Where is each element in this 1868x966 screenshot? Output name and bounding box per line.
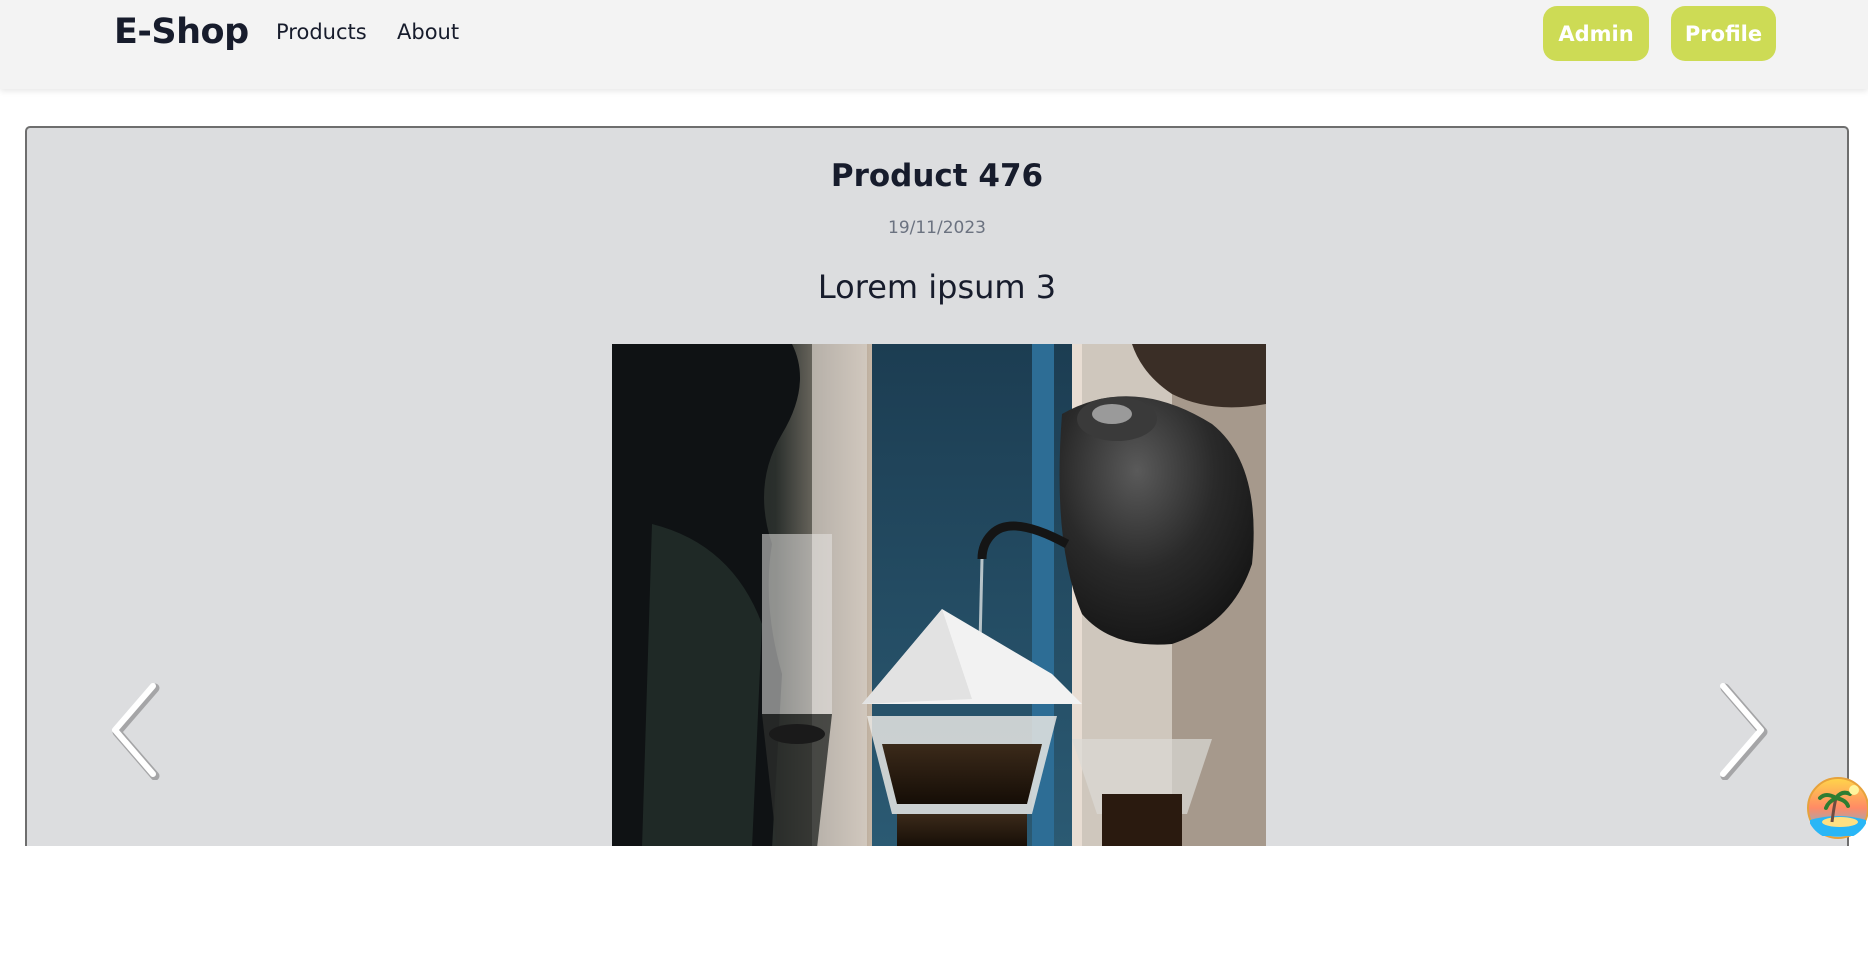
island-palm-icon — [1807, 777, 1868, 839]
product-title: Product 476 — [830, 158, 1044, 194]
coffee-pour-over-photo — [612, 344, 1266, 846]
nav-link-products[interactable]: Products — [276, 20, 367, 44]
carousel-prev-button[interactable] — [105, 680, 161, 781]
admin-button[interactable]: Admin — [1543, 6, 1649, 61]
chevron-right-icon — [1720, 683, 1768, 781]
brand-logo[interactable]: E-Shop — [114, 12, 249, 52]
product-date: 19/11/2023 — [888, 218, 986, 238]
carousel-next-button[interactable] — [1715, 680, 1771, 781]
product-image — [612, 344, 1266, 846]
product-subtitle: Lorem ipsum 3 — [817, 268, 1057, 306]
profile-button[interactable]: Profile — [1671, 6, 1776, 61]
product-card: Product 476 19/11/2023 Lorem ipsum 3 — [25, 126, 1849, 846]
floating-assistant-button[interactable] — [1806, 776, 1868, 840]
top-navbar: E-Shop Products About Admin Profile — [0, 0, 1868, 89]
nav-link-about[interactable]: About — [397, 20, 459, 44]
chevron-left-icon — [112, 683, 160, 781]
